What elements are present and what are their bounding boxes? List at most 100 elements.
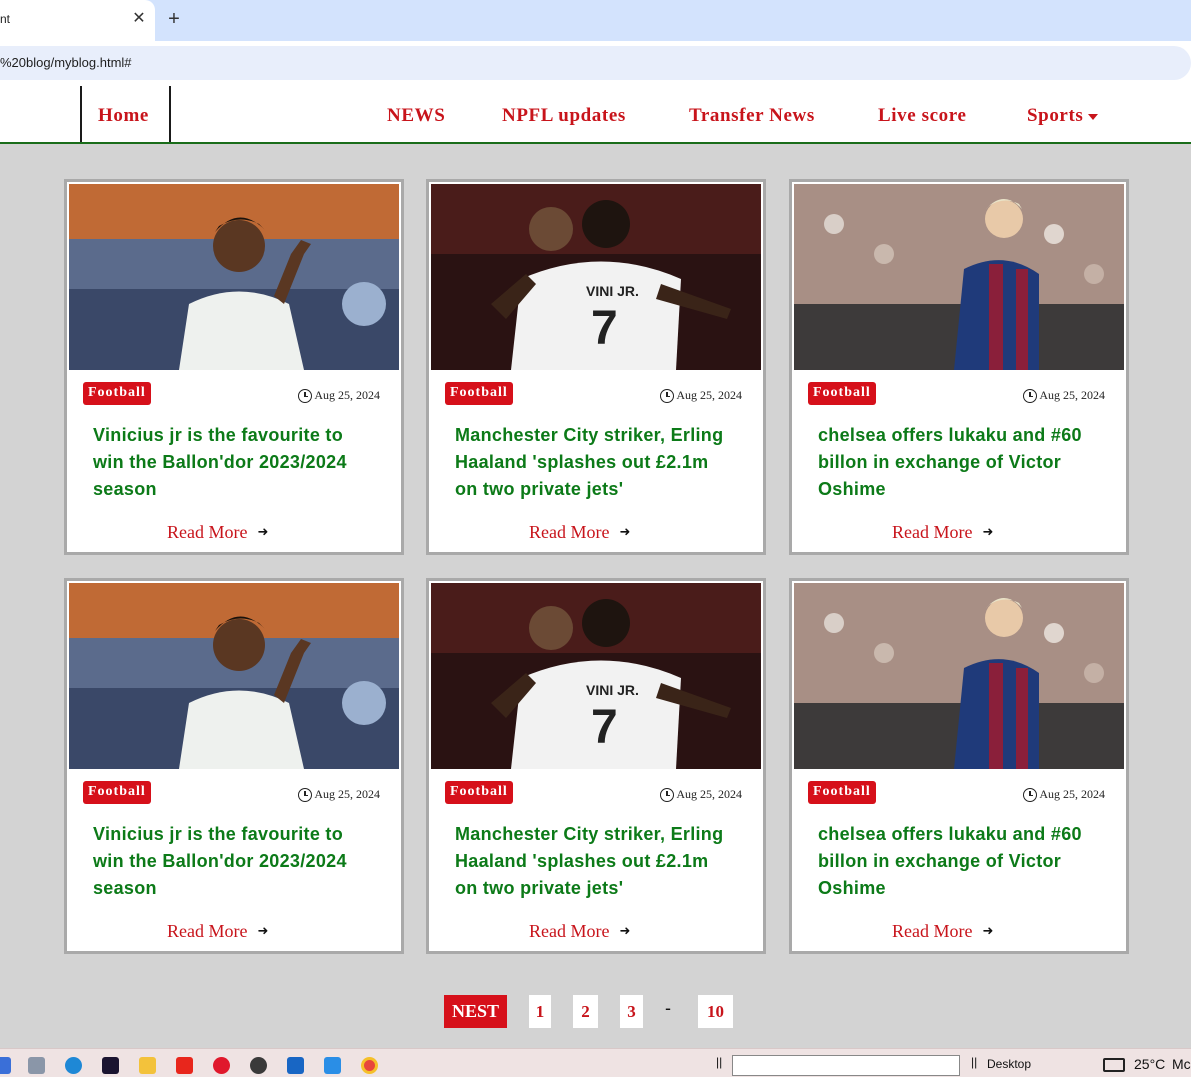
card-image[interactable]: VINI JR. 7 [431, 184, 761, 370]
nav-home[interactable]: Home [98, 105, 149, 127]
temperature-readout[interactable]: 25°C [1134, 1056, 1165, 1072]
read-more-link[interactable]: Read More ➜ [167, 522, 268, 543]
category-badge[interactable]: Football [808, 781, 876, 804]
category-badge[interactable]: Football [83, 781, 151, 804]
category-badge[interactable]: Football [808, 382, 876, 405]
nav-home-box[interactable]: Home [80, 86, 171, 142]
desktop-toolbar-label[interactable]: Desktop [987, 1057, 1031, 1071]
nav-news[interactable]: NEWS [387, 105, 445, 127]
media-player-icon[interactable] [250, 1057, 267, 1074]
browser-tab[interactable]: nt ✕ [0, 0, 155, 41]
news-card[interactable]: VINI JR. 7 Football Aug 25, 2024 Manches… [426, 578, 766, 954]
nav-live-score[interactable]: Live score [878, 105, 967, 127]
pagination-page-3[interactable]: 3 [620, 995, 643, 1028]
arrow-right-icon: ➜ [257, 924, 269, 939]
close-icon[interactable]: ✕ [131, 10, 147, 28]
card-headline[interactable]: Vinicius jr is the favourite to win the … [93, 821, 363, 902]
new-tab-button[interactable]: + [163, 8, 185, 30]
news-card[interactable]: VINI JR. 7 Football Aug 25, 2024 Manches… [426, 179, 766, 555]
vscode-icon[interactable] [324, 1057, 341, 1074]
taskbar-divider: || [716, 1055, 723, 1069]
arrow-right-icon: ➜ [619, 924, 631, 939]
read-more-label: Read More [892, 522, 973, 542]
read-more-link[interactable]: Read More ➜ [167, 921, 268, 942]
news-card[interactable]: Football Aug 25, 2024 Vinicius jr is the… [64, 179, 404, 555]
card-image[interactable] [69, 184, 399, 370]
arrow-right-icon: ➜ [257, 525, 269, 540]
weather-text: Mc [1172, 1056, 1191, 1072]
nav-npfl-updates[interactable]: NPFL updates [502, 105, 626, 127]
clock-icon [660, 787, 675, 802]
pagination-ellipsis: - [665, 998, 671, 1018]
youtube-icon[interactable] [176, 1057, 193, 1074]
post-date: Aug 25, 2024 [660, 787, 742, 802]
read-more-link[interactable]: Read More ➜ [892, 921, 993, 942]
read-more-label: Read More [529, 921, 610, 941]
news-card[interactable]: Football Aug 25, 2024 Vinicius jr is the… [64, 578, 404, 954]
read-more-label: Read More [167, 522, 248, 542]
clock-icon [1023, 787, 1038, 802]
clock-icon [298, 388, 313, 403]
tab-title: nt [0, 12, 11, 26]
card-headline[interactable]: Vinicius jr is the favourite to win the … [93, 422, 363, 503]
read-more-link[interactable]: Read More ➜ [529, 522, 630, 543]
arrow-right-icon: ➜ [982, 525, 994, 540]
edge-icon[interactable] [65, 1057, 82, 1074]
date-text: Aug 25, 2024 [314, 787, 380, 801]
pagination-page-10[interactable]: 10 [698, 995, 733, 1028]
post-date: Aug 25, 2024 [298, 787, 380, 802]
pagination-page-1[interactable]: 1 [529, 995, 551, 1028]
card-headline[interactable]: chelsea offers lukaku and #60 billon in … [818, 821, 1088, 902]
date-text: Aug 25, 2024 [676, 388, 742, 402]
caret-down-icon [1088, 113, 1099, 120]
read-more-label: Read More [529, 522, 610, 542]
card-headline[interactable]: Manchester City striker, Erling Haaland … [455, 422, 725, 503]
post-date: Aug 25, 2024 [1023, 388, 1105, 403]
nav-transfer-news[interactable]: Transfer News [689, 105, 815, 127]
pagination-page-2[interactable]: 2 [573, 995, 598, 1028]
taskbar-app-icon[interactable] [28, 1057, 45, 1074]
news-card[interactable]: Football Aug 25, 2024 chelsea offers luk… [789, 578, 1129, 954]
clock-icon [660, 388, 675, 403]
read-more-link[interactable]: Read More ➜ [892, 522, 993, 543]
browser-tab-strip: nt ✕ + [0, 0, 1191, 41]
browser-toolbar: %20blog/myblog.html# [0, 41, 1191, 86]
url-text[interactable]: %20blog/myblog.html# [0, 55, 132, 70]
clock-icon [298, 787, 313, 802]
arrow-right-icon: ➜ [982, 924, 994, 939]
read-more-label: Read More [892, 921, 973, 941]
read-more-label: Read More [167, 921, 248, 941]
date-text: Aug 25, 2024 [314, 388, 380, 402]
taskbar-app-icon[interactable] [102, 1057, 119, 1074]
read-more-link[interactable]: Read More ➜ [529, 921, 630, 942]
opera-icon[interactable] [213, 1057, 230, 1074]
taskbar-address-box[interactable] [732, 1055, 960, 1076]
nav-sports-label: Sports [1027, 105, 1084, 126]
card-image[interactable] [794, 583, 1124, 769]
card-headline[interactable]: chelsea offers lukaku and #60 billon in … [818, 422, 1088, 503]
post-date: Aug 25, 2024 [1023, 787, 1105, 802]
address-bar[interactable]: %20blog/myblog.html# [0, 46, 1191, 80]
chrome-icon[interactable] [361, 1057, 378, 1074]
card-headline[interactable]: Manchester City striker, Erling Haaland … [455, 821, 725, 902]
date-text: Aug 25, 2024 [1039, 787, 1105, 801]
nav-sports-dropdown[interactable]: Sports [1027, 105, 1099, 127]
card-image[interactable] [69, 583, 399, 769]
outlook-icon[interactable] [287, 1057, 304, 1074]
news-widget-icon[interactable] [1103, 1058, 1125, 1072]
card-image[interactable]: VINI JR. 7 [431, 583, 761, 769]
taskbar-divider: || [971, 1055, 978, 1069]
post-date: Aug 25, 2024 [660, 388, 742, 403]
site-navbar: Home NEWS NPFL updates Transfer News Liv… [0, 86, 1191, 144]
category-badge[interactable]: Football [445, 382, 513, 405]
card-image[interactable] [794, 184, 1124, 370]
category-badge[interactable]: Football [445, 781, 513, 804]
news-card[interactable]: Football Aug 25, 2024 chelsea offers luk… [789, 179, 1129, 555]
folder-icon[interactable] [139, 1057, 156, 1074]
svg-text:VINI JR.: VINI JR. [586, 283, 639, 299]
svg-text:VINI JR.: VINI JR. [586, 682, 639, 698]
category-badge[interactable]: Football [83, 382, 151, 405]
date-text: Aug 25, 2024 [1039, 388, 1105, 402]
pagination-next-button[interactable]: NEST [444, 995, 507, 1028]
taskbar-app-icon[interactable] [0, 1057, 11, 1074]
